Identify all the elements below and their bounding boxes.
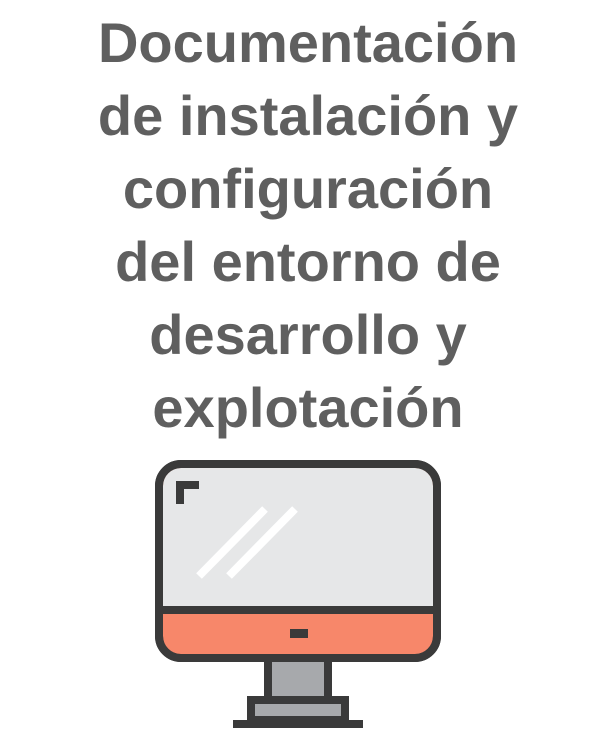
title-line-5: desarrollo y (149, 303, 467, 366)
page-title: Documentación de instalación y configura… (8, 6, 608, 444)
title-line-1: Documentación (97, 11, 519, 74)
page: Documentación de instalación y configura… (0, 0, 616, 752)
title-line-4: del entorno de (115, 230, 501, 293)
title-line-2: de instalación y (97, 84, 519, 147)
monitor-neck (264, 654, 332, 704)
monitor-screen (163, 468, 433, 608)
monitor-power-indicator (290, 629, 308, 638)
title-line-6: explotación (152, 376, 464, 439)
title-line-3: configuración (122, 157, 494, 220)
monitor-base (247, 696, 349, 724)
desktop-monitor-icon (155, 460, 441, 728)
